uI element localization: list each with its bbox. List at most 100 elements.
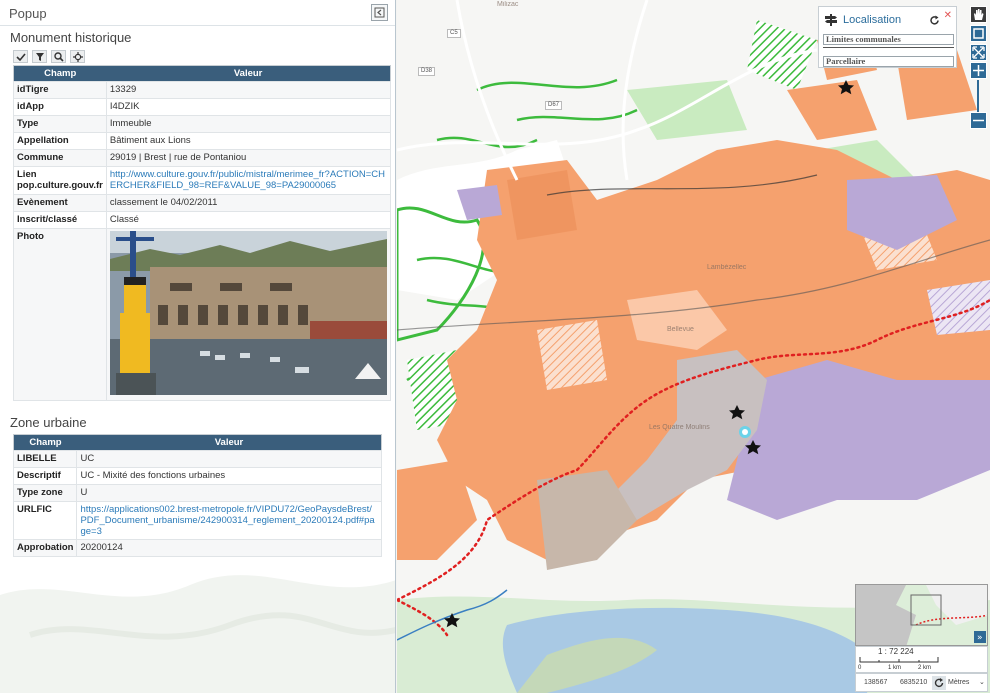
monument-photo[interactable] xyxy=(109,231,387,395)
field-name: Commune xyxy=(13,149,107,167)
field-name: LIBELLE xyxy=(12,450,78,468)
filter-button[interactable] xyxy=(32,50,47,63)
table-row: Inscrit/classé Classé xyxy=(13,211,391,229)
refresh-icon xyxy=(934,678,944,687)
field-name: Inscrit/classé xyxy=(13,211,107,229)
table-row: Commune 29019 | Brest | rue de Pontaniou xyxy=(13,149,391,167)
zoom-slider[interactable] xyxy=(977,80,979,112)
select-button[interactable] xyxy=(13,50,28,63)
limites-communales-field[interactable]: Limites communales xyxy=(823,34,954,45)
monument-section-title: Monument historique xyxy=(10,30,132,45)
field-value: 13329 xyxy=(105,81,391,99)
field-value: 29019 | Brest | rue de Pontaniou xyxy=(105,149,391,167)
road-label-d67: D67 xyxy=(545,101,563,110)
table-header-row: Champ Valeur xyxy=(13,65,391,82)
table-header-row: Champ Valeur xyxy=(13,434,382,451)
table-row: idTigre 13329 xyxy=(13,81,391,99)
minus-icon xyxy=(973,119,984,122)
crosshair-icon xyxy=(72,51,83,62)
localisation-title: Localisation xyxy=(843,14,902,26)
table-row: Approbation 20200124 xyxy=(12,539,382,557)
coordinates-bar: 138567 6835210 Mètres ⌄ xyxy=(855,673,988,692)
field-name: Lien pop.culture.gouv.fr xyxy=(13,166,107,195)
column-header-champ: Champ xyxy=(13,434,77,451)
field-value: http://www.culture.gouv.fr/public/mistra… xyxy=(105,166,391,195)
monument-attribute-table: Champ Valeur idTigre 13329 idApp I4DZIK … xyxy=(13,65,391,401)
collapse-left-icon xyxy=(374,7,385,18)
field-value: 20200124 xyxy=(76,539,382,557)
field-name: Photo xyxy=(13,228,107,401)
magnifier-icon xyxy=(53,51,64,62)
field-value: https://applications002.brest-metropole.… xyxy=(76,501,382,540)
full-extent-button[interactable] xyxy=(970,44,987,61)
town-label-milizac: Milizac xyxy=(497,1,519,8)
field-name: Evènement xyxy=(13,194,107,212)
chevron-down-icon[interactable]: ⌄ xyxy=(979,678,985,686)
feature-toolbar xyxy=(13,50,85,64)
field-name: Appellation xyxy=(13,132,107,150)
svg-text:»: » xyxy=(977,633,983,643)
zoom-in-button[interactable] xyxy=(970,62,987,79)
table-row: URLFIC https://applications002.brest-met… xyxy=(12,501,382,540)
zone-attribute-table: Champ Valeur LIBELLE UC Descriptif UC - … xyxy=(12,434,382,557)
column-header-valeur: Valeur xyxy=(106,65,391,82)
zoom-to-button[interactable] xyxy=(51,50,66,63)
field-name: URLFIC xyxy=(12,501,78,540)
panel-map-watermark xyxy=(0,575,395,693)
road-label-c5: C5 xyxy=(447,29,461,38)
table-row: Type Immeuble xyxy=(13,115,391,133)
overview-map[interactable]: » xyxy=(855,584,988,646)
town-label-lambezellec: Lambézellec xyxy=(707,264,747,271)
field-value: Bâtiment aux Lions xyxy=(105,132,391,150)
field-value: U xyxy=(76,484,382,502)
town-label-bellevue: Bellevue xyxy=(667,326,694,333)
field-name: idTigre xyxy=(13,81,107,99)
scale-bar: 1 : 72 224 0 1 km 2 km xyxy=(855,646,988,673)
projection-refresh-button[interactable] xyxy=(932,676,946,690)
road-label-d38: D38 xyxy=(418,67,436,76)
field-name: Descriptif xyxy=(12,467,78,485)
table-row: Evènement classement le 04/02/2011 xyxy=(13,194,391,212)
culture-link[interactable]: http://www.culture.gouv.fr/public/mistra… xyxy=(110,169,385,191)
check-icon xyxy=(15,52,26,61)
scale-label-2: 2 km xyxy=(918,665,932,671)
locate-button[interactable] xyxy=(70,50,85,63)
panel-header: Popup xyxy=(0,0,395,26)
expand-icon xyxy=(972,46,985,59)
pan-tool-button[interactable] xyxy=(970,6,987,23)
unit-select[interactable]: Mètres xyxy=(948,679,969,686)
popup-panel: Popup Monument historique Champ Valeur i… xyxy=(0,0,396,693)
localisation-widget: Localisation ✕ Limites communales Parcel… xyxy=(818,6,957,68)
zone-section-title: Zone urbaine xyxy=(10,415,87,430)
field-name: Type xyxy=(13,115,107,133)
zoom-out-button[interactable] xyxy=(970,112,987,129)
scale-label-1: 1 km xyxy=(888,665,902,671)
field-name: Type zone xyxy=(12,484,78,502)
table-row: LIBELLE UC xyxy=(12,450,382,468)
table-row: idApp I4DZIK xyxy=(13,98,391,116)
filter-icon xyxy=(35,52,44,61)
field-value xyxy=(105,228,391,401)
column-header-valeur: Valeur xyxy=(76,434,382,451)
field-value: I4DZIK xyxy=(105,98,391,116)
collapse-panel-button[interactable] xyxy=(371,4,388,21)
urlfic-link[interactable]: https://applications002.brest-metropole.… xyxy=(80,504,374,537)
close-icon[interactable]: ✕ xyxy=(944,10,952,21)
scale-ratio: 1 : 72 224 xyxy=(878,647,914,656)
field-value: Immeuble xyxy=(105,115,391,133)
signpost-icon xyxy=(825,14,837,26)
refresh-icon[interactable] xyxy=(929,15,940,26)
table-row: Lien pop.culture.gouv.fr http://www.cult… xyxy=(13,166,391,195)
select-tool-button[interactable] xyxy=(970,25,987,42)
field-name: Approbation xyxy=(12,539,78,557)
parcellaire-field[interactable]: Parcellaire xyxy=(823,56,954,67)
select-box-icon xyxy=(973,28,984,39)
hand-icon xyxy=(974,9,984,20)
scale-label-0: 0 xyxy=(858,665,862,671)
field-value: UC xyxy=(76,450,382,468)
coord-y: 6835210 xyxy=(900,679,928,686)
table-row: Photo xyxy=(13,228,391,401)
field-value: UC - Mixité des fonctions urbaines xyxy=(76,467,382,485)
overview-map-image: » xyxy=(856,585,987,645)
panel-title: Popup xyxy=(9,6,47,21)
